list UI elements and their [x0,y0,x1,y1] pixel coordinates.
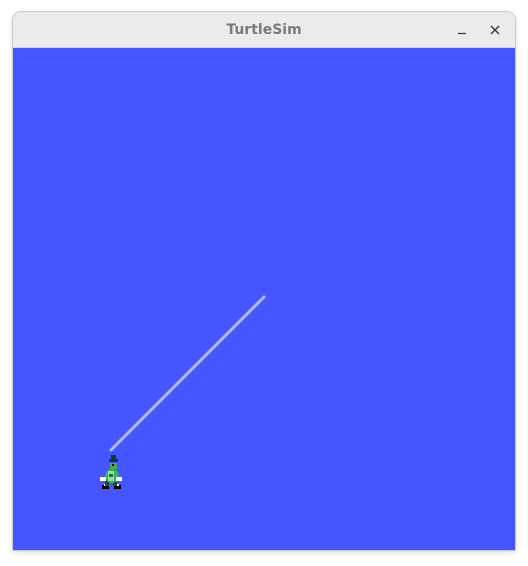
minimize-button[interactable] [450,18,474,42]
minimize-icon [458,32,466,35]
turtlesim-window: TurtleSim [13,12,515,550]
close-button[interactable] [483,18,507,42]
title-bar[interactable]: TurtleSim [13,12,515,48]
sim-canvas [13,48,515,550]
close-icon [490,25,500,35]
window-title: TurtleSim [226,22,302,38]
sim-canvas-svg [13,48,515,550]
